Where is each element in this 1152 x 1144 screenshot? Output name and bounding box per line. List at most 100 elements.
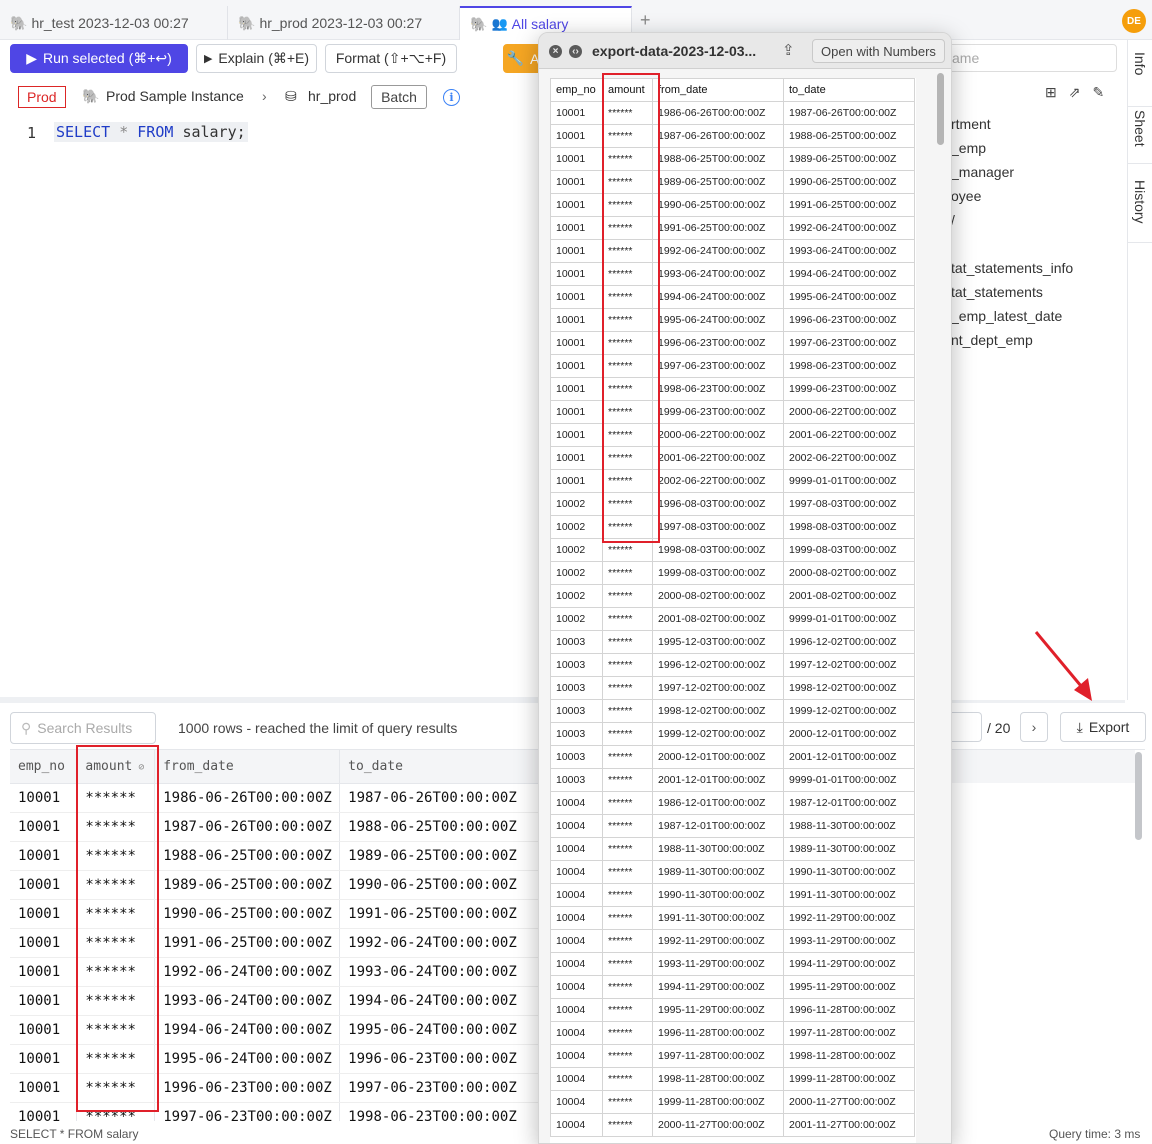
admin-mode-button[interactable]: 🔧 A (503, 44, 543, 73)
preview-row[interactable]: 10004 ****** 2000-11-27T00:00:00Z 2001-11-2… (550, 1113, 915, 1137)
preview-row[interactable]: 10001 ****** 2002-06-22T00:00:00Z 9999-01-0… (550, 469, 915, 493)
preview-row[interactable]: 10004 ****** 1992-11-29T00:00:00Z 1993-11-2… (550, 929, 915, 953)
schema-table-item[interactable]: _manager (951, 164, 1014, 180)
tab-hr-test[interactable]: 🐘 hr_test 2023-12-03 00:27 (0, 6, 228, 40)
column-header[interactable]: from_date (154, 750, 341, 784)
side-tab-info[interactable]: Info (1132, 52, 1148, 75)
preview-row[interactable]: 10001 ****** 1987-06-26T00:00:00Z 1988-06-2… (550, 124, 915, 148)
table-row[interactable]: 10001 ****** 1990-06-25T00:00:00Z 1991-06-2… (10, 899, 540, 929)
preview-row[interactable]: 10002 ****** 1998-08-03T00:00:00Z 1999-08-0… (550, 538, 915, 562)
add-tab-button[interactable]: + (640, 10, 651, 31)
preview-row[interactable]: 10003 ****** 1996-12-02T00:00:00Z 1997-12-0… (550, 653, 915, 677)
tab-hr-prod[interactable]: 🐘 hr_prod 2023-12-03 00:27 (228, 6, 460, 40)
preview-row[interactable]: 10004 ****** 1990-11-30T00:00:00Z 1991-11-3… (550, 883, 915, 907)
preview-row[interactable]: 10001 ****** 1996-06-23T00:00:00Z 1997-06-2… (550, 331, 915, 355)
preview-row[interactable]: 10003 ****** 2000-12-01T00:00:00Z 2001-12-0… (550, 745, 915, 769)
preview-row[interactable]: 10002 ****** 2001-08-02T00:00:00Z 9999-01-0… (550, 607, 915, 631)
preview-row[interactable]: 10001 ****** 1998-06-23T00:00:00Z 1999-06-2… (550, 377, 915, 401)
preview-row[interactable]: 10003 ****** 1995-12-03T00:00:00Z 1996-12-0… (550, 630, 915, 654)
preview-row[interactable]: 10004 ****** 1988-11-30T00:00:00Z 1989-11-3… (550, 837, 915, 861)
preview-row[interactable]: 10002 ****** 1999-08-03T00:00:00Z 2000-08-0… (550, 561, 915, 585)
sql-editor[interactable]: 1 SELECT * FROM salary; (0, 116, 540, 146)
column-header[interactable]: emp_no (10, 750, 78, 784)
preview-row[interactable]: 10001 ****** 1999-06-23T00:00:00Z 2000-06-2… (550, 400, 915, 424)
preview-row[interactable]: 10004 ****** 1994-11-29T00:00:00Z 1995-11-2… (550, 975, 915, 999)
fullscreen-icon[interactable]: ‹› (569, 45, 582, 58)
preview-row[interactable]: 10001 ****** 1994-06-24T00:00:00Z 1995-06-2… (550, 285, 915, 309)
preview-row[interactable]: 10001 ****** 1991-06-25T00:00:00Z 1992-06-2… (550, 216, 915, 240)
side-tab-history[interactable]: History (1132, 180, 1148, 224)
next-page-button[interactable]: › (1020, 712, 1048, 742)
preview-row[interactable]: 10004 ****** 1991-11-30T00:00:00Z 1992-11-2… (550, 906, 915, 930)
format-button[interactable]: Format (⇧+⌥+F) (325, 44, 457, 73)
preview-row[interactable]: 10004 ****** 1997-11-28T00:00:00Z 1998-11-2… (550, 1044, 915, 1068)
search-results-input[interactable]: ⚲ Search Results (10, 712, 156, 744)
preview-row[interactable]: 10004 ****** 1987-12-01T00:00:00Z 1988-11-3… (550, 814, 915, 838)
schema-table-item[interactable]: nt_dept_emp (951, 332, 1033, 348)
open-with-numbers-button[interactable]: Open with Numbers (812, 39, 945, 63)
preview-row[interactable]: 10003 ****** 1997-12-02T00:00:00Z 1998-12-0… (550, 676, 915, 700)
preview-row[interactable]: 10001 ****** 1989-06-25T00:00:00Z 1990-06-2… (550, 170, 915, 194)
preview-row[interactable]: 10004 ****** 1996-11-28T00:00:00Z 1997-11-2… (550, 1021, 915, 1045)
preview-row[interactable]: 10001 ****** 1992-06-24T00:00:00Z 1993-06-2… (550, 239, 915, 263)
table-row[interactable]: 10001 ****** 1996-06-23T00:00:00Z 1997-06-2… (10, 1073, 540, 1103)
run-selected-button[interactable]: ▶ Run selected (⌘+↩) (10, 44, 188, 73)
avatar[interactable]: DE (1122, 9, 1146, 33)
preview-row[interactable]: 10001 ****** 1997-06-23T00:00:00Z 1998-06-2… (550, 354, 915, 378)
info-icon[interactable]: i (443, 89, 460, 106)
preview-row[interactable]: 10001 ****** 1993-06-24T00:00:00Z 1994-06-2… (550, 262, 915, 286)
schema-table-item[interactable]: _emp_latest_date (951, 308, 1062, 324)
table-row[interactable]: 10001 ****** 1986-06-26T00:00:00Z 1987-06-2… (10, 783, 540, 813)
schema-table-item[interactable]: oyee (951, 188, 981, 204)
instance-name[interactable]: Prod Sample Instance (106, 88, 244, 104)
explain-button[interactable]: ▶ Explain (⌘+E) (196, 44, 317, 73)
preview-row[interactable]: 10001 ****** 2001-06-22T00:00:00Z 2002-06-2… (550, 446, 915, 470)
schema-table-item[interactable]: rtment (951, 116, 991, 132)
preview-row[interactable]: 10002 ****** 1997-08-03T00:00:00Z 1998-08-0… (550, 515, 915, 539)
preview-row[interactable]: 10004 ****** 1999-11-28T00:00:00Z 2000-11-2… (550, 1090, 915, 1114)
table-row[interactable]: 10001 ****** 1995-06-24T00:00:00Z 1996-06-2… (10, 1044, 540, 1074)
preview-row[interactable]: 10003 ****** 2001-12-01T00:00:00Z 9999-01-0… (550, 768, 915, 792)
preview-row[interactable]: 10003 ****** 1999-12-02T00:00:00Z 2000-12-0… (550, 722, 915, 746)
preview-row[interactable]: 10004 ****** 1989-11-30T00:00:00Z 1990-11-3… (550, 860, 915, 884)
table-row[interactable]: 10001 ****** 1989-06-25T00:00:00Z 1990-06-2… (10, 870, 540, 900)
export-button[interactable]: ⤓ Export (1060, 712, 1146, 742)
schema-table-item[interactable]: _emp (951, 140, 986, 156)
column-header[interactable]: to_date (339, 750, 540, 784)
preview-cell: 10003 (550, 745, 603, 769)
preview-scrollbar[interactable] (937, 73, 944, 145)
scrollbar[interactable] (1135, 752, 1142, 840)
preview-row[interactable]: 10001 ****** 1990-06-25T00:00:00Z 1991-06-2… (550, 193, 915, 217)
side-tab-sheet[interactable]: Sheet (1132, 110, 1148, 147)
share-icon[interactable]: ⇪ (782, 41, 795, 59)
preview-row[interactable]: 10001 ****** 2000-06-22T00:00:00Z 2001-06-2… (550, 423, 915, 447)
schema-table-item[interactable]: tat_statements_info (951, 260, 1073, 276)
table-row[interactable]: 10001 ****** 1993-06-24T00:00:00Z 1994-06-2… (10, 986, 540, 1016)
database-name[interactable]: hr_prod (308, 88, 356, 104)
preview-row[interactable]: 10004 ****** 1995-11-29T00:00:00Z 1996-11-2… (550, 998, 915, 1022)
table-row[interactable]: 10001 ****** 1994-06-24T00:00:00Z 1995-06-2… (10, 1015, 540, 1045)
table-row[interactable]: 10001 ****** 1987-06-26T00:00:00Z 1988-06-2… (10, 812, 540, 842)
diagram-icon[interactable]: ⊞ (1045, 84, 1057, 101)
table-row[interactable]: 10001 ****** 1997-06-23T00:00:00Z 1998-06-2… (10, 1102, 540, 1121)
table-row[interactable]: 10001 ****** 1991-06-25T00:00:00Z 1992-06-2… (10, 928, 540, 958)
external-link-icon[interactable]: ⇗ (1069, 84, 1081, 101)
preview-row[interactable]: 10003 ****** 1998-12-02T00:00:00Z 1999-12-0… (550, 699, 915, 723)
column-header[interactable]: amount ⊘ (76, 750, 156, 784)
table-row[interactable]: 10001 ****** 1988-06-25T00:00:00Z 1989-06-2… (10, 841, 540, 871)
close-icon[interactable]: × (549, 45, 562, 58)
schema-table-item[interactable]: tat_statements (951, 284, 1043, 300)
preview-row[interactable]: 10001 ****** 1988-06-25T00:00:00Z 1989-06-2… (550, 147, 915, 171)
preview-cell: 1988-11-30T00:00:00Z (783, 814, 915, 838)
preview-row[interactable]: 10002 ****** 2000-08-02T00:00:00Z 2001-08-0… (550, 584, 915, 608)
preview-row[interactable]: 10002 ****** 1996-08-03T00:00:00Z 1997-08-0… (550, 492, 915, 516)
schema-search-input[interactable]: ame (945, 44, 1117, 72)
preview-row[interactable]: 10001 ****** 1995-06-24T00:00:00Z 1996-06-2… (550, 308, 915, 332)
preview-row[interactable]: 10004 ****** 1998-11-28T00:00:00Z 1999-11-2… (550, 1067, 915, 1091)
edit-icon[interactable]: ✎ (1092, 84, 1104, 101)
table-row[interactable]: 10001 ****** 1992-06-24T00:00:00Z 1993-06-2… (10, 957, 540, 987)
preview-row[interactable]: 10004 ****** 1986-12-01T00:00:00Z 1987-12-0… (550, 791, 915, 815)
preview-row[interactable]: 10001 ****** 1986-06-26T00:00:00Z 1987-06-2… (550, 101, 915, 125)
preview-row[interactable]: 10004 ****** 1993-11-29T00:00:00Z 1994-11-2… (550, 952, 915, 976)
batch-button[interactable]: Batch (371, 85, 427, 109)
